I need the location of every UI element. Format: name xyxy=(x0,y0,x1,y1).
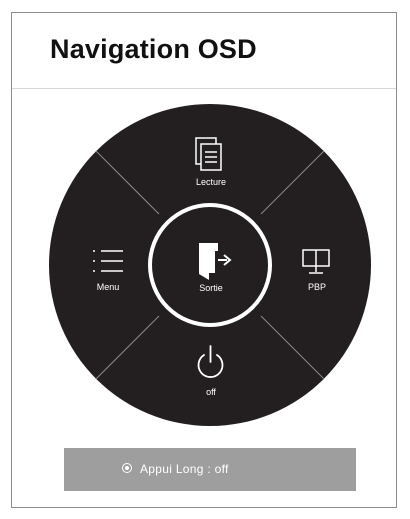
status-bar: Appui Long : off xyxy=(64,448,356,491)
wheel-label-off: off xyxy=(206,387,216,397)
wheel-center-sortie[interactable]: Sortie xyxy=(148,203,272,327)
wheel-label-lecture: Lecture xyxy=(196,177,226,187)
wheel-label-pbp: PBP xyxy=(308,282,326,292)
status-text: Appui Long : off xyxy=(140,462,229,476)
wheel-label-sortie: Sortie xyxy=(199,283,223,293)
wheel-item-lecture[interactable]: Lecture xyxy=(195,137,226,187)
navigation-wheel: Lecture Menu PBP off Sortie xyxy=(49,104,371,426)
radio-selected-icon xyxy=(122,463,132,473)
wheel-label-menu: Menu xyxy=(97,282,120,292)
